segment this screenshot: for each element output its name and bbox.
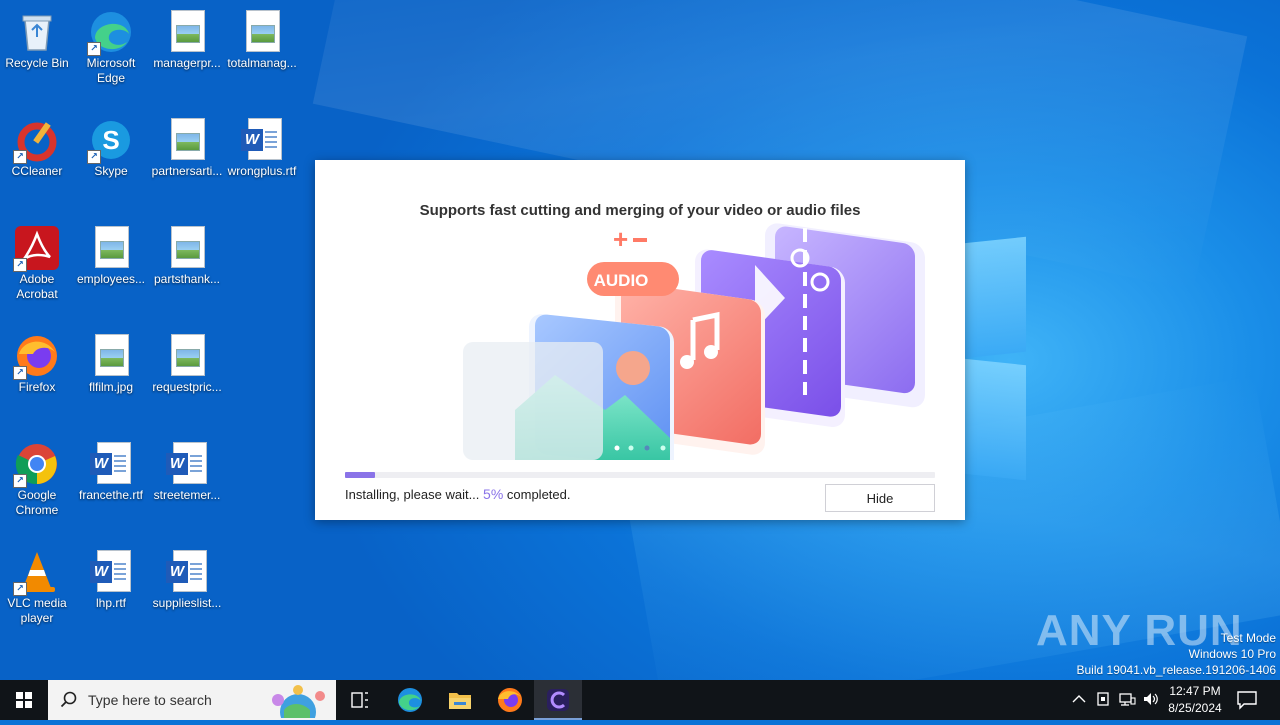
- audio-badge: AUDIO: [594, 271, 649, 290]
- taskbar-installer-app[interactable]: [534, 680, 582, 720]
- firefox-icon: [498, 688, 522, 712]
- word-doc-icon: W: [165, 442, 209, 486]
- clock-date: 8/25/2024: [1168, 701, 1222, 715]
- installer-app-icon: [547, 689, 569, 711]
- image-file-icon: [240, 10, 284, 54]
- word-doc-icon: W: [165, 550, 209, 594]
- install-status: Installing, please wait... 5% completed.: [345, 486, 570, 502]
- windows-logo-wallpaper: [964, 236, 1030, 481]
- chevron-up-icon[interactable]: [1070, 690, 1088, 708]
- volume-icon[interactable]: [1142, 690, 1160, 708]
- notification-center-icon[interactable]: [1236, 690, 1258, 710]
- device-tray-icon[interactable]: [1094, 690, 1112, 708]
- desktop-icon-wrongplus[interactable]: W wrongplus.rtf: [225, 112, 299, 179]
- taskbar-file-explorer[interactable]: [436, 680, 484, 720]
- chrome-icon: ↗: [13, 442, 59, 488]
- install-progress-bar: [345, 472, 935, 478]
- desktop-icon-firefox[interactable]: ↗ Firefox: [0, 328, 74, 395]
- recycle-bin-icon: [15, 10, 59, 54]
- image-file-icon: [89, 226, 133, 270]
- desktop-icon-flfilm[interactable]: flfilm.jpg: [74, 328, 148, 395]
- windows-start-icon: [16, 692, 32, 708]
- edge-icon: ↗: [87, 10, 133, 56]
- desktop-icon-totalmanag[interactable]: totalmanag...: [225, 4, 299, 71]
- installer-headline: Supports fast cutting and merging of you…: [419, 202, 861, 219]
- desktop-icon-ccleaner[interactable]: ↗ CCleaner: [0, 112, 74, 179]
- desktop-icon-recycle-bin[interactable]: Recycle Bin: [0, 4, 74, 71]
- image-file-icon: [165, 334, 209, 378]
- task-view-icon: [351, 692, 368, 708]
- word-doc-icon: W: [89, 442, 133, 486]
- desktop-icon-employees[interactable]: employees...: [74, 220, 148, 287]
- svg-text:S: S: [102, 125, 119, 155]
- word-doc-icon: W: [240, 118, 284, 162]
- desktop-icon-managerpr[interactable]: managerpr...: [150, 4, 224, 71]
- acrobat-icon: ↗: [13, 226, 59, 272]
- edge-icon: [398, 688, 422, 712]
- build-label: Build 19041.vb_release.191206-1406: [1076, 663, 1277, 677]
- file-explorer-icon: [449, 693, 471, 709]
- start-button[interactable]: [0, 680, 48, 720]
- image-file-icon: [89, 334, 133, 378]
- desktop-icon-adobe-acrobat[interactable]: ↗ Adobe Acrobat: [0, 220, 74, 302]
- desktop-icon-vlc[interactable]: ↗ VLC media player: [0, 544, 74, 626]
- taskbar-edge[interactable]: [386, 680, 434, 720]
- desktop-icon-supplieslist[interactable]: W supplieslist...: [150, 544, 224, 611]
- desktop-icon-google-chrome[interactable]: ↗ Google Chrome: [0, 436, 74, 518]
- desktop: Recycle Bin ↗ CCleaner ↗ Adobe Acrobat ↗…: [0, 0, 1280, 680]
- image-file-icon: [165, 226, 209, 270]
- desktop-icon-partsthank[interactable]: partsthank...: [150, 220, 224, 287]
- image-file-icon: [165, 10, 209, 54]
- firefox-icon: ↗: [13, 334, 59, 380]
- desktop-icon-francethe[interactable]: W francethe.rtf: [74, 436, 148, 503]
- taskbar-firefox[interactable]: [486, 680, 534, 720]
- skype-icon: S ↗: [87, 118, 133, 164]
- desktop-icon-requestpric[interactable]: requestpric...: [150, 328, 224, 395]
- search-placeholder: Type here to search: [88, 692, 212, 708]
- test-mode-label: Test Mode: [1220, 631, 1276, 645]
- install-status-suffix: completed.: [506, 487, 571, 502]
- taskbar-search[interactable]: Type here to search: [48, 680, 336, 720]
- desktop-icon-skype[interactable]: S ↗ Skype: [74, 112, 148, 179]
- search-highlight-art: [272, 685, 325, 718]
- taskbar: Type here to search 12:47 PM 8/25/2024: [0, 680, 1280, 720]
- image-file-icon: [165, 118, 209, 162]
- hide-button[interactable]: Hide: [825, 484, 935, 512]
- desktop-icon-microsoft-edge[interactable]: ↗ Microsoft Edge: [74, 4, 148, 86]
- network-icon[interactable]: [1118, 690, 1136, 708]
- task-view-button[interactable]: [336, 680, 384, 720]
- installer-window: AUDIO + Supports fast cutting and mergin…: [315, 160, 965, 520]
- word-doc-icon: W: [89, 550, 133, 594]
- clock-time: 12:47 PM: [1169, 684, 1221, 698]
- ccleaner-icon: ↗: [13, 118, 59, 164]
- taskbar-clock[interactable]: 12:47 PM 8/25/2024: [1162, 683, 1228, 717]
- windows-edition-label: Windows 10 Pro: [1188, 647, 1276, 661]
- desktop-icon-partnersarti[interactable]: partnersarti...: [150, 112, 224, 179]
- search-icon: [60, 691, 77, 708]
- install-progress-fill: [345, 472, 375, 478]
- install-percent: 5%: [483, 486, 504, 502]
- desktop-icon-streetemer[interactable]: W streetemer...: [150, 436, 224, 503]
- system-info: Test Mode Windows 10 Pro Build 19041.vb_…: [1077, 630, 1277, 678]
- svg-text:+: +: [613, 224, 628, 254]
- desktop-icon-lhp[interactable]: W lhp.rtf: [74, 544, 148, 611]
- vlc-icon: ↗: [13, 550, 59, 596]
- install-status-prefix: Installing, please wait...: [345, 487, 480, 502]
